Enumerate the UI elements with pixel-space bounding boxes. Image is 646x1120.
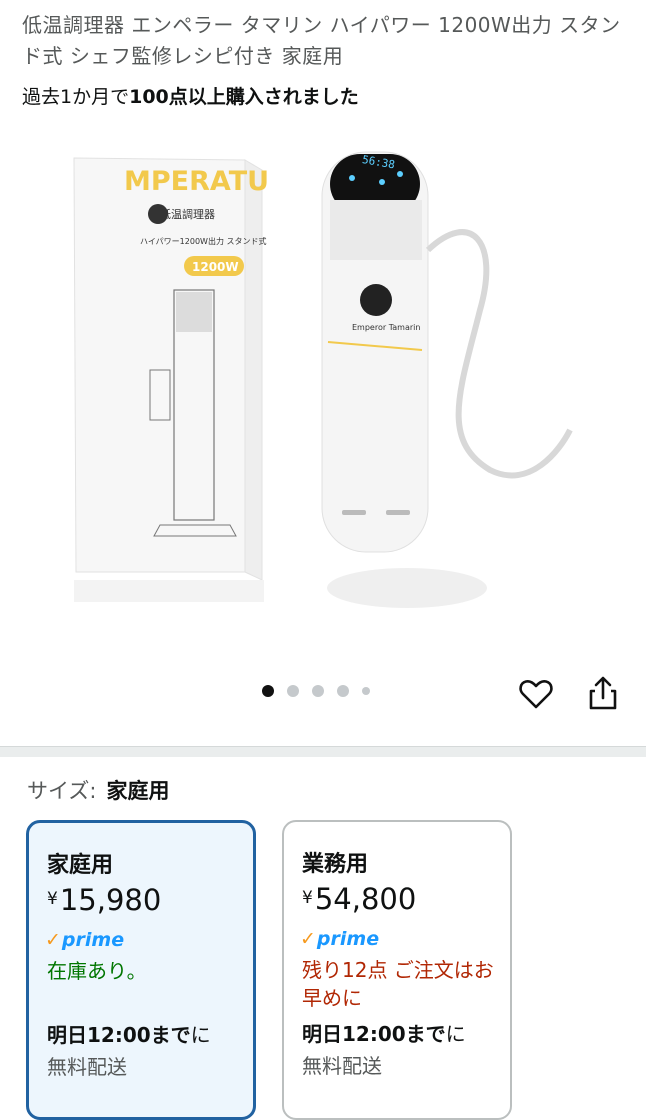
section-divider [0, 746, 646, 757]
product-image-graphic: MPERATU 低温調理器 ハイパワー1200W出力 スタンド式 1200W 5… [73, 151, 573, 608]
delivery-fee: 無料配送 [47, 1055, 127, 1079]
delivery-particle: に [445, 1022, 466, 1046]
size-option-name: 家庭用 [47, 853, 114, 878]
box-badge: 1200W [192, 260, 239, 274]
product-title: 低温調理器 エンペラー タマリン ハイパワー 1200W出力 スタンド式 シェフ… [22, 13, 621, 68]
delivery-info: 明日12:00までに無料配送 [47, 1019, 257, 1083]
carousel-dot[interactable] [362, 687, 370, 695]
stock-status: 在庫あり。 [47, 959, 147, 983]
box-brand: MPERATU [124, 166, 269, 197]
product-image[interactable]: MPERATU 低温調理器 ハイパワー1200W出力 スタンド式 1200W 5… [60, 140, 600, 650]
device-logo-text: Emperor Tamarin [352, 323, 420, 332]
prime-check-icon: ✓ [45, 929, 61, 951]
delivery-info: 明日12:00までに無料配送 [302, 1018, 512, 1082]
delivery-deadline: 明日12:00まで [47, 1023, 191, 1047]
box-tagline: ハイパワー1200W出力 スタンド式 [140, 236, 267, 246]
prime-label: prime [61, 929, 125, 951]
size-option-price: ¥15,980 [47, 883, 161, 917]
size-label-key: サイズ: [27, 779, 97, 803]
size-option-home[interactable]: 家庭用 ¥15,980 ✓prime 在庫あり。 明日12:00までに無料配送 [26, 820, 256, 1120]
delivery-particle: に [190, 1023, 211, 1047]
heart-icon[interactable] [518, 676, 554, 712]
prime-check-icon: ✓ [300, 928, 316, 950]
prime-badge: ✓prime [300, 928, 379, 950]
delivery-deadline: 明日12:00まで [302, 1022, 446, 1046]
size-option-name: 業務用 [302, 852, 369, 877]
price-value: 54,800 [314, 882, 417, 916]
purchase-count: 過去1か月で100点以上購入されました [22, 82, 359, 109]
carousel-dots[interactable] [262, 685, 370, 697]
prime-label: prime [316, 928, 380, 950]
prime-badge: ✓prime [45, 929, 124, 951]
delivery-fee: 無料配送 [302, 1054, 382, 1078]
purchase-count-value: 100点以上購入されました [129, 86, 359, 108]
carousel-dot[interactable] [337, 685, 349, 697]
size-option-business[interactable]: 業務用 ¥54,800 ✓prime 残り12点 ご注文はお早めに 明日12:0… [282, 820, 512, 1120]
purchase-count-prefix: 過去1か月で [22, 86, 130, 108]
share-icon[interactable] [585, 674, 621, 712]
size-selector-label: サイズ: 家庭用 [27, 775, 169, 805]
size-option-price: ¥54,800 [302, 882, 416, 916]
size-selected-value: 家庭用 [106, 779, 170, 803]
currency-symbol: ¥ [302, 888, 313, 908]
stock-status: 残り12点 ご注文はお早めに [302, 958, 494, 1010]
carousel-dot[interactable] [312, 685, 324, 697]
price-value: 15,980 [59, 883, 162, 917]
currency-symbol: ¥ [47, 889, 58, 909]
carousel-dot[interactable] [262, 685, 274, 697]
carousel-dot[interactable] [287, 685, 299, 697]
box-label: 低温調理器 [160, 207, 215, 221]
